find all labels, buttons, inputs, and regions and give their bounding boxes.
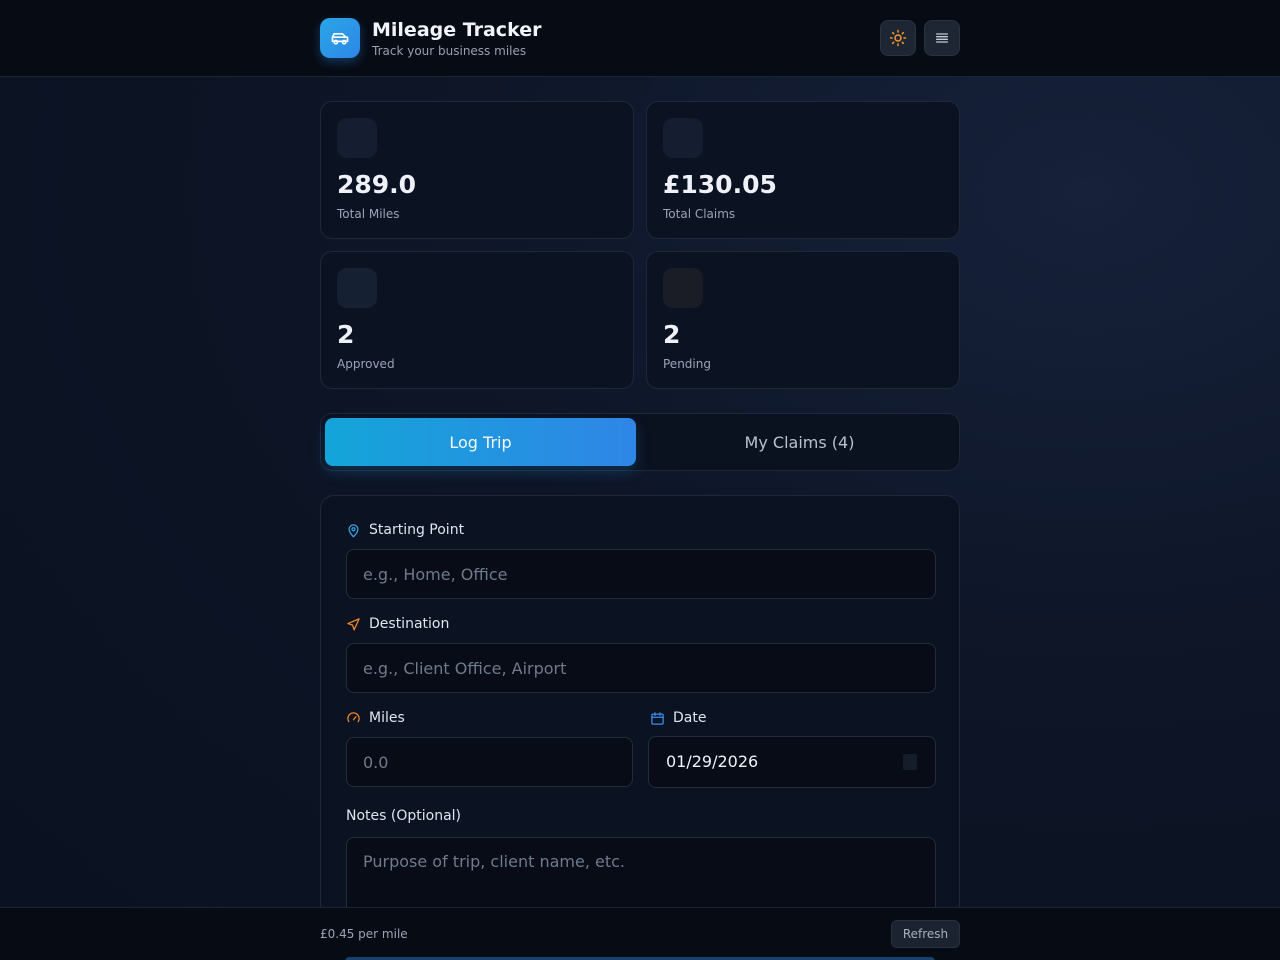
app-subtitle: Track your business miles (372, 44, 527, 58)
speedometer-icon (347, 711, 360, 722)
destination-label: Destination (346, 616, 449, 632)
navigation-icon (347, 617, 360, 630)
map-pin-icon (348, 523, 359, 537)
date-label-text: Date (673, 710, 707, 726)
tab-log-trip[interactable]: Log Trip (325, 418, 636, 466)
notes-label-text: Notes (Optional) (346, 808, 462, 824)
stat-value: 289.0 (337, 170, 417, 199)
pending-stat-icon (663, 268, 703, 308)
mileage-rate: £0.45 per mile (320, 927, 408, 941)
date-input[interactable]: 01/29/2026 (648, 736, 936, 788)
header: Mileage Tracker Track your business mile… (320, 18, 960, 60)
destination-input[interactable] (346, 643, 936, 693)
tab-bar: Log Trip My Claims (4) (320, 413, 960, 471)
notes-label: Notes (Optional) (346, 808, 461, 824)
calendar-icon (651, 711, 664, 725)
miles-label-text: Miles (369, 710, 405, 726)
miles-label: Miles (346, 710, 405, 726)
stat-card-total-claims: £130.05 Total Claims (646, 101, 960, 239)
log-trip-form: Starting Point Destination Miles Date 01… (320, 495, 960, 960)
date-picker-icon[interactable] (903, 754, 917, 770)
top-bar: Mileage Tracker Track your business mile… (0, 0, 1280, 77)
stat-label: Approved (337, 357, 395, 371)
car-icon (320, 18, 360, 58)
theme-toggle-button[interactable] (880, 20, 916, 56)
menu-icon (936, 33, 948, 43)
stat-card-pending: 2 Pending (646, 251, 960, 389)
stat-card-total-miles: 289.0 Total Miles (320, 101, 634, 239)
starting-point-label: Starting Point (346, 522, 464, 538)
app-title: Mileage Tracker (372, 19, 542, 41)
stat-label: Pending (663, 357, 711, 371)
claims-stat-icon (663, 118, 703, 158)
starting-point-input[interactable] (346, 549, 936, 599)
stat-value: 2 (337, 320, 355, 349)
destination-label-text: Destination (369, 616, 450, 632)
stat-card-approved: 2 Approved (320, 251, 634, 389)
starting-point-label-text: Starting Point (369, 522, 465, 538)
refresh-button[interactable]: Refresh (891, 920, 960, 948)
date-label: Date (650, 710, 706, 726)
approved-stat-icon (337, 268, 377, 308)
date-value: 01/29/2026 (666, 752, 759, 771)
menu-button[interactable] (924, 20, 960, 56)
stat-label: Total Miles (337, 207, 400, 221)
miles-input[interactable] (346, 737, 633, 787)
stat-value: 2 (663, 320, 681, 349)
footer-bar: £0.45 per mile Refresh (0, 907, 1280, 960)
stat-label: Total Claims (663, 207, 736, 221)
sun-icon (889, 29, 907, 47)
stat-value: £130.05 (663, 170, 777, 199)
miles-stat-icon (337, 118, 377, 158)
tab-my-claims[interactable]: My Claims (4) (644, 418, 955, 466)
